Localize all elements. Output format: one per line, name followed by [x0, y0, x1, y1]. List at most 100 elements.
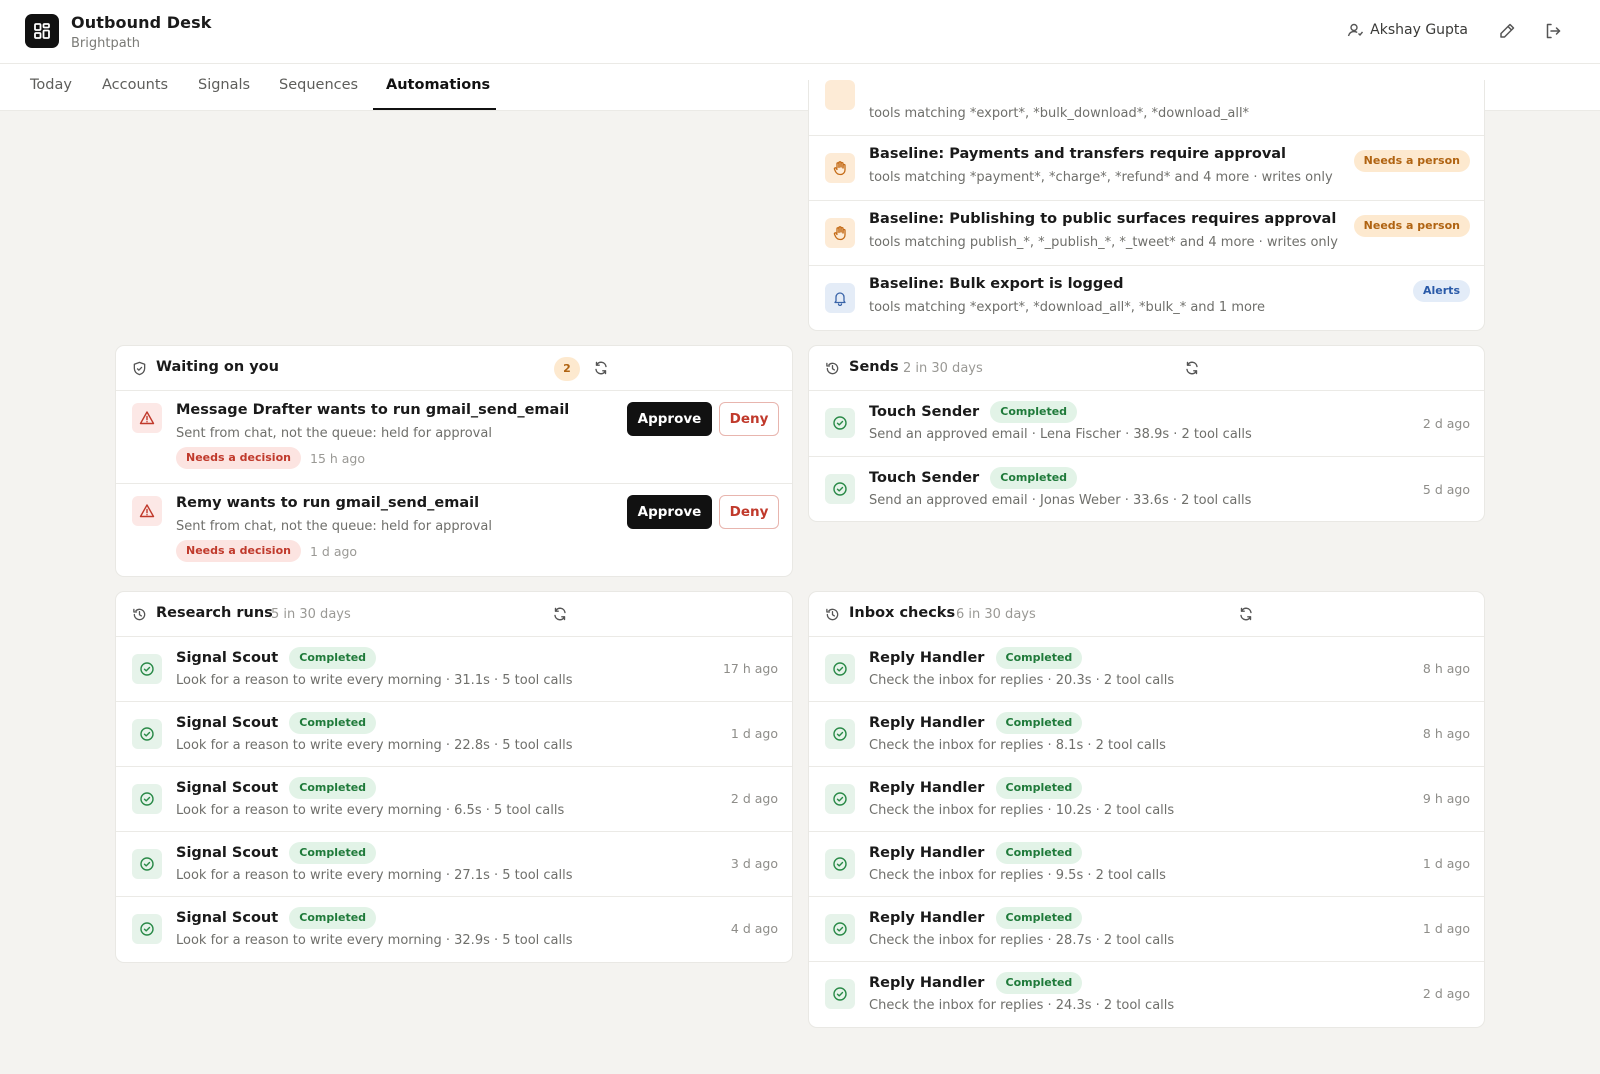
status-badge: Completed — [289, 907, 377, 929]
card-header: Sends 2 in 30 days — [809, 346, 1484, 391]
check-circle-icon — [825, 849, 855, 879]
run-row[interactable]: Reply Handler Completed Check the inbox … — [809, 962, 1484, 1027]
card-header: Inbox checks 6 in 30 days — [809, 592, 1484, 637]
run-row[interactable]: Signal Scout Completed Look for a reason… — [116, 832, 792, 897]
rule-row[interactable]: Baseline: Bulk export is logged tools ma… — [809, 266, 1484, 330]
status-badge: Needs a decision — [176, 540, 301, 562]
bell-icon — [825, 283, 855, 313]
check-circle-icon — [132, 719, 162, 749]
check-circle-icon — [825, 474, 855, 504]
run-time: 4 d ago — [730, 921, 778, 936]
run-time: 1 d ago — [1422, 856, 1470, 871]
status-badge: Completed — [995, 907, 1083, 929]
status-badge: Completed — [990, 401, 1078, 423]
status-badge: Completed — [289, 842, 377, 864]
card-title: Research runs — [156, 605, 273, 621]
mode-badge: Needs a person — [1353, 150, 1470, 172]
run-subtitle: Look for a reason to write every morning… — [176, 673, 573, 688]
run-subtitle: Check the inbox for replies · 24.3s · 2 … — [869, 998, 1175, 1013]
deny-button[interactable]: Deny — [719, 495, 779, 529]
workspace-name: Brightpath — [71, 36, 141, 51]
app-logo-icon[interactable] — [25, 14, 59, 48]
run-title: Touch Sender Completed — [869, 467, 1078, 489]
approval-subtitle: Sent from chat, not the queue: held for … — [176, 426, 492, 441]
tab-sequences[interactable]: Sequences — [279, 77, 358, 93]
run-time: 17 h ago — [722, 661, 778, 676]
run-row[interactable]: Reply Handler Completed Check the inbox … — [809, 832, 1484, 897]
hand-icon — [825, 80, 855, 110]
hand-icon — [825, 218, 855, 248]
run-subtitle: Check the inbox for replies · 9.5s · 2 t… — [869, 868, 1166, 883]
research-runs-card: Research runs 5 in 30 days Signal Scout … — [115, 591, 793, 963]
user-menu[interactable]: Akshay Gupta — [1347, 22, 1468, 38]
rules-card: tools matching *export*, *bulk_download*… — [808, 80, 1485, 331]
run-row[interactable]: Touch Sender Completed Send an approved … — [809, 457, 1484, 521]
request-age: 15 h ago — [310, 451, 366, 466]
history-icon — [826, 608, 839, 621]
rule-row[interactable]: Baseline: Publishing to public surfaces … — [809, 201, 1484, 266]
tab-automations[interactable]: Automations — [386, 77, 490, 93]
history-icon — [826, 362, 839, 375]
run-subtitle: Check the inbox for replies · 10.2s · 2 … — [869, 803, 1175, 818]
app-header: Outbound Desk Brightpath Akshay Gupta — [0, 0, 1600, 64]
run-time: 9 h ago — [1422, 791, 1470, 806]
approve-button[interactable]: Approve — [627, 402, 712, 436]
run-row[interactable]: Reply Handler Completed Check the inbox … — [809, 637, 1484, 702]
run-subtitle: Check the inbox for replies · 20.3s · 2 … — [869, 673, 1175, 688]
run-subtitle: Send an approved email · Lena Fischer · … — [869, 427, 1252, 442]
approval-row: Remy wants to run gmail_send_email Sent … — [116, 484, 792, 576]
status-badge: Completed — [995, 777, 1083, 799]
request-age: 1 d ago — [310, 544, 358, 559]
check-circle-icon — [132, 914, 162, 944]
run-subtitle: Check the inbox for replies · 8.1s · 2 t… — [869, 738, 1166, 753]
refresh-icon[interactable] — [1184, 360, 1200, 376]
run-time: 8 h ago — [1422, 661, 1470, 676]
run-row[interactable]: Reply Handler Completed Check the inbox … — [809, 897, 1484, 962]
hand-icon — [825, 153, 855, 183]
rule-title: Baseline: Payments and transfers require… — [869, 146, 1287, 162]
run-row[interactable]: Signal Scout Completed Look for a reason… — [116, 637, 792, 702]
run-title: Touch Sender Completed — [869, 401, 1078, 423]
card-header: Waiting on you 2 — [116, 346, 792, 391]
run-row[interactable]: Reply Handler Completed Check the inbox … — [809, 767, 1484, 832]
run-title: Signal Scout Completed — [176, 647, 377, 669]
rule-subtitle: tools matching *payment*, *charge*, *ref… — [869, 170, 1333, 185]
user-name: Akshay Gupta — [1370, 22, 1468, 38]
run-subtitle: Look for a reason to write every morning… — [176, 738, 573, 753]
run-subtitle: Send an approved email · Jonas Weber · 3… — [869, 493, 1252, 508]
run-title: Reply Handler Completed — [869, 647, 1083, 669]
tab-signals[interactable]: Signals — [198, 77, 250, 93]
run-row[interactable]: Signal Scout Completed Look for a reason… — [116, 767, 792, 832]
approval-title: Message Drafter wants to run gmail_send_… — [176, 402, 570, 418]
tab-accounts[interactable]: Accounts — [102, 77, 168, 93]
run-row[interactable]: Signal Scout Completed Look for a reason… — [116, 702, 792, 767]
card-meta: 6 in 30 days — [956, 607, 1036, 622]
run-row[interactable]: Reply Handler Completed Check the inbox … — [809, 702, 1484, 767]
logout-icon[interactable] — [1543, 21, 1563, 41]
rule-row[interactable]: tools matching *export*, *bulk_download*… — [809, 80, 1484, 136]
approval-subtitle: Sent from chat, not the queue: held for … — [176, 519, 492, 534]
rule-title: Baseline: Publishing to public surfaces … — [869, 211, 1337, 227]
app-title: Outbound Desk — [71, 13, 212, 32]
approve-button[interactable]: Approve — [627, 495, 712, 529]
refresh-icon[interactable] — [1238, 606, 1254, 622]
deny-button[interactable]: Deny — [719, 402, 779, 436]
alert-triangle-icon — [132, 496, 162, 526]
run-time: 3 d ago — [730, 856, 778, 871]
approval-title: Remy wants to run gmail_send_email — [176, 495, 480, 511]
tab-today[interactable]: Today — [30, 77, 72, 93]
rule-subtitle: tools matching publish_*, *_publish_*, *… — [869, 235, 1338, 250]
inbox-checks-card: Inbox checks 6 in 30 days Reply Handler … — [808, 591, 1485, 1028]
refresh-icon[interactable] — [593, 360, 609, 376]
run-title: Reply Handler Completed — [869, 777, 1083, 799]
run-row[interactable]: Touch Sender Completed Send an approved … — [809, 391, 1484, 457]
refresh-icon[interactable] — [552, 606, 568, 622]
run-subtitle: Check the inbox for replies · 28.7s · 2 … — [869, 933, 1175, 948]
alert-triangle-icon — [132, 403, 162, 433]
run-time: 2 d ago — [1422, 416, 1470, 431]
run-title: Signal Scout Completed — [176, 907, 377, 929]
edit-icon[interactable] — [1497, 21, 1517, 41]
run-row[interactable]: Signal Scout Completed Look for a reason… — [116, 897, 792, 962]
rule-row[interactable]: Baseline: Payments and transfers require… — [809, 136, 1484, 201]
rule-title: Baseline: Bulk export is logged — [869, 276, 1124, 292]
